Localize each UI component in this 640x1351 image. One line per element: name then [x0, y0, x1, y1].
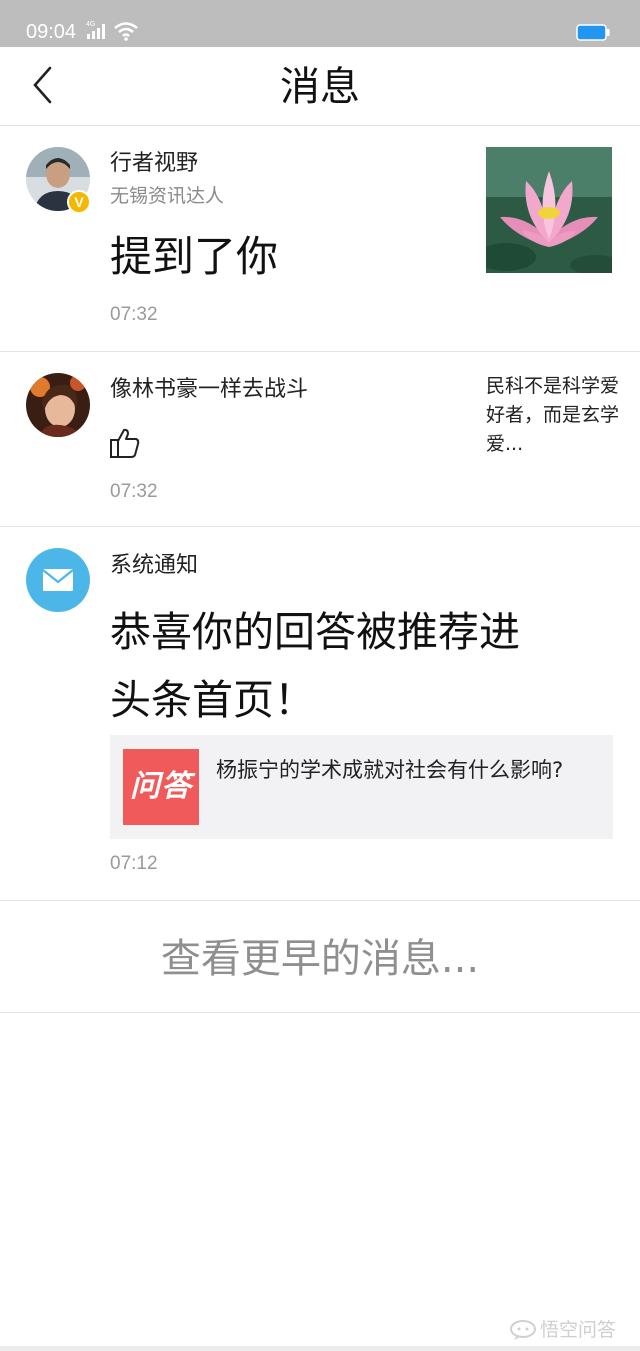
message-time: 07:12	[110, 853, 158, 874]
user-subtitle: 无锡资讯达人	[110, 185, 225, 207]
mail-icon	[26, 548, 90, 612]
message-item-system[interactable]: 系统通知 恭喜你的回答被推荐进 头条首页！ 问答 杨振宁的学术成就对社会有什么影…	[0, 527, 640, 901]
load-earlier-messages-button[interactable]: 查看更早的消息...	[0, 901, 640, 1013]
message-time: 07:32	[110, 304, 158, 325]
bottom-edge	[0, 1346, 640, 1351]
wifi-icon	[114, 22, 138, 41]
status-bar: 09:04 4G	[0, 0, 640, 47]
watermark: 悟空问答	[508, 1316, 636, 1344]
message-item-mention[interactable]: V 行者视野 无锡资讯达人 提到了你 07:32	[0, 126, 640, 352]
message-item-like[interactable]: 像林书豪一样去战斗 07:32 民科不是科学爱好者，而是玄学爱...	[0, 352, 640, 527]
message-time: 07:32	[110, 481, 158, 502]
username[interactable]: 行者视野	[110, 149, 198, 179]
message-content: 提到了你	[110, 232, 279, 281]
message-content-line-2: 头条首页！	[110, 676, 315, 724]
verified-badge-icon: V	[67, 190, 91, 214]
watermark-text: 悟空问答	[540, 1319, 617, 1341]
network-type-label: 4G	[86, 21, 95, 28]
lotus-flower-image[interactable]	[486, 147, 612, 273]
thumbs-up-icon	[110, 428, 140, 458]
username[interactable]: 像林书豪一样去战斗	[110, 375, 308, 405]
status-time: 09:04	[26, 21, 77, 43]
quoted-question-card[interactable]: 问答 杨振宁的学术成就对社会有什么影响?	[110, 735, 613, 839]
battery-icon	[576, 24, 610, 41]
wenda-logo-text: 问答	[130, 769, 192, 804]
wenda-logo: 问答	[123, 749, 199, 825]
liked-content-preview[interactable]: 民科不是科学爱好者，而是玄学爱...	[486, 372, 620, 459]
chat-bubble-icon	[510, 1320, 536, 1340]
svg-text:V: V	[74, 194, 84, 210]
page-title: 消息	[280, 64, 360, 110]
load-earlier-label: 查看更早的消息...	[160, 936, 480, 982]
app-header: 消息	[0, 47, 640, 126]
avatar[interactable]	[26, 373, 90, 437]
quoted-question-text: 杨振宁的学术成就对社会有什么影响?	[216, 758, 564, 782]
message-content-line-1: 恭喜你的回答被推荐进	[110, 608, 520, 656]
user-avatar-image	[26, 373, 90, 437]
username: 系统通知	[110, 553, 199, 578]
cellular-signal-icon: 4G	[86, 21, 105, 39]
